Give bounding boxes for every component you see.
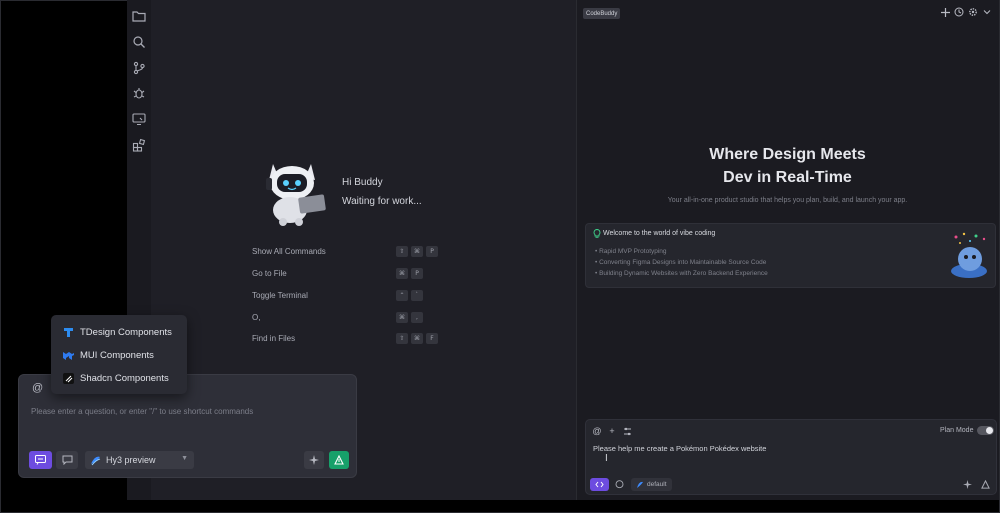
key-cap: , [411, 312, 423, 323]
send-icon [334, 455, 344, 465]
send-button[interactable] [329, 451, 349, 469]
agent-icon [637, 481, 643, 488]
panel-toolbar [940, 7, 992, 17]
key-cap: ⌘ [396, 268, 408, 279]
list-item: • Building Dynamic Websites with Zero Ba… [595, 270, 768, 277]
key-cap: ⇧ [396, 246, 408, 257]
key-cap: ⌘ [411, 333, 423, 344]
extensions-icon[interactable] [131, 137, 147, 153]
send-button[interactable] [979, 478, 992, 491]
mention-icon[interactable]: @ [592, 426, 602, 436]
model-logo-icon [91, 456, 101, 465]
welcome-title: Welcome to the world of vibe coding [603, 230, 716, 237]
debug-icon[interactable] [131, 85, 147, 101]
shortcut-keys: ⌘ , [396, 312, 423, 323]
sparkle-icon [963, 480, 972, 489]
key-cap: F [426, 333, 438, 344]
key-cap: ⇧ [396, 333, 408, 344]
bullet-text: Rapid MVP Prototyping [599, 248, 667, 255]
menu-item-label: Shadcn Components [80, 372, 169, 384]
shadcn-icon [63, 372, 74, 384]
key-cap: ⌘ [396, 312, 408, 323]
plus-icon[interactable] [940, 7, 950, 17]
bullet-text: Building Dynamic Websites with Zero Back… [599, 270, 768, 277]
command-label[interactable]: Toggle Terminal [252, 291, 308, 300]
history-icon[interactable] [954, 7, 964, 17]
mention-button[interactable]: @ [32, 382, 43, 394]
shortcut-keys: ⇧ ⌘ P [396, 246, 438, 257]
search-icon[interactable] [131, 34, 147, 50]
menu-item-tdesign[interactable]: TDesign Components [63, 322, 172, 342]
chat-tools: @ + [592, 426, 632, 436]
status-text: Waiting for work... [342, 196, 422, 207]
gear-icon[interactable] [968, 7, 978, 17]
menu-item-mui[interactable]: MUI Components [63, 345, 154, 365]
code-mode-button[interactable] [29, 451, 52, 469]
chat-mode-button[interactable] [56, 451, 78, 469]
robot-cat-mascot [255, 150, 331, 226]
tdesign-icon [63, 327, 74, 338]
shortcut-keys: ⌘ P [396, 268, 423, 279]
plan-mode-label: Plan Mode [940, 427, 974, 434]
text-cursor-icon: I [605, 453, 608, 464]
welcome-illustration [946, 229, 992, 279]
hero-title-line1: Where Design Meets [709, 146, 866, 163]
plan-mode-toggle[interactable] [977, 426, 994, 435]
sparkle-icon [309, 455, 319, 465]
list-item: • Rapid MVP Prototyping [595, 248, 667, 255]
chat-bubble-icon [615, 480, 623, 489]
components-menu: TDesign Components MUI Components Shadcn… [51, 315, 187, 394]
chat-input-text[interactable]: Please help me create a Pokémon Pokédex … [593, 444, 766, 453]
sliders-icon[interactable] [622, 426, 632, 436]
source-control-icon[interactable] [131, 60, 147, 76]
command-label[interactable]: O, [252, 313, 260, 322]
key-cap: P [426, 246, 438, 257]
command-label[interactable]: Find in Files [252, 334, 295, 343]
shortcut-keys: ⇧ ⌘ F [396, 333, 438, 344]
enhance-prompt-button[interactable] [304, 451, 324, 469]
plus-icon[interactable]: + [607, 426, 617, 436]
key-cap: ⌘ [411, 246, 423, 257]
chevron-down-icon: ▼ [181, 455, 188, 462]
menu-item-shadcn[interactable]: Shadcn Components [63, 368, 169, 388]
model-selector[interactable]: Hy3 preview ▼ [85, 451, 194, 469]
key-cap: ⌃ [396, 290, 408, 301]
enhance-prompt-button[interactable] [961, 478, 974, 491]
model-name: Hy3 preview [106, 455, 156, 465]
chevron-down-icon[interactable] [982, 7, 992, 17]
folder-icon[interactable] [131, 8, 147, 24]
chat-mode-button[interactable] [612, 478, 626, 491]
code-mode-button[interactable] [590, 478, 609, 491]
menu-item-label: MUI Components [80, 349, 154, 361]
chat-input[interactable] [31, 405, 341, 418]
command-label[interactable]: Show All Commands [252, 247, 326, 256]
mui-icon [63, 350, 74, 361]
code-icon [595, 481, 604, 488]
chat-bubble-icon [62, 455, 72, 465]
remote-icon[interactable] [131, 111, 147, 127]
menu-item-label: TDesign Components [80, 326, 172, 338]
command-label[interactable]: Go to File [252, 269, 287, 278]
bullet-text: Converting Figma Designs into Maintainab… [599, 259, 767, 266]
shortcut-keys: ⌃ ` [396, 290, 423, 301]
key-cap: P [411, 268, 423, 279]
panel-tag[interactable]: CodeBuddy [583, 8, 621, 19]
list-item: • Converting Figma Designs into Maintain… [595, 259, 767, 266]
agent-label: default [647, 481, 667, 488]
greeting-text: Hi Buddy [342, 177, 383, 188]
agent-selector[interactable]: default [631, 478, 672, 491]
hero-title-line2: Dev in Real-Time [723, 169, 852, 186]
lightbulb-icon [593, 229, 601, 238]
send-icon [981, 480, 990, 489]
hero-subtitle: Your all-in-one product studio that help… [667, 197, 908, 204]
code-chat-icon [35, 455, 46, 465]
key-cap: ` [411, 290, 423, 301]
